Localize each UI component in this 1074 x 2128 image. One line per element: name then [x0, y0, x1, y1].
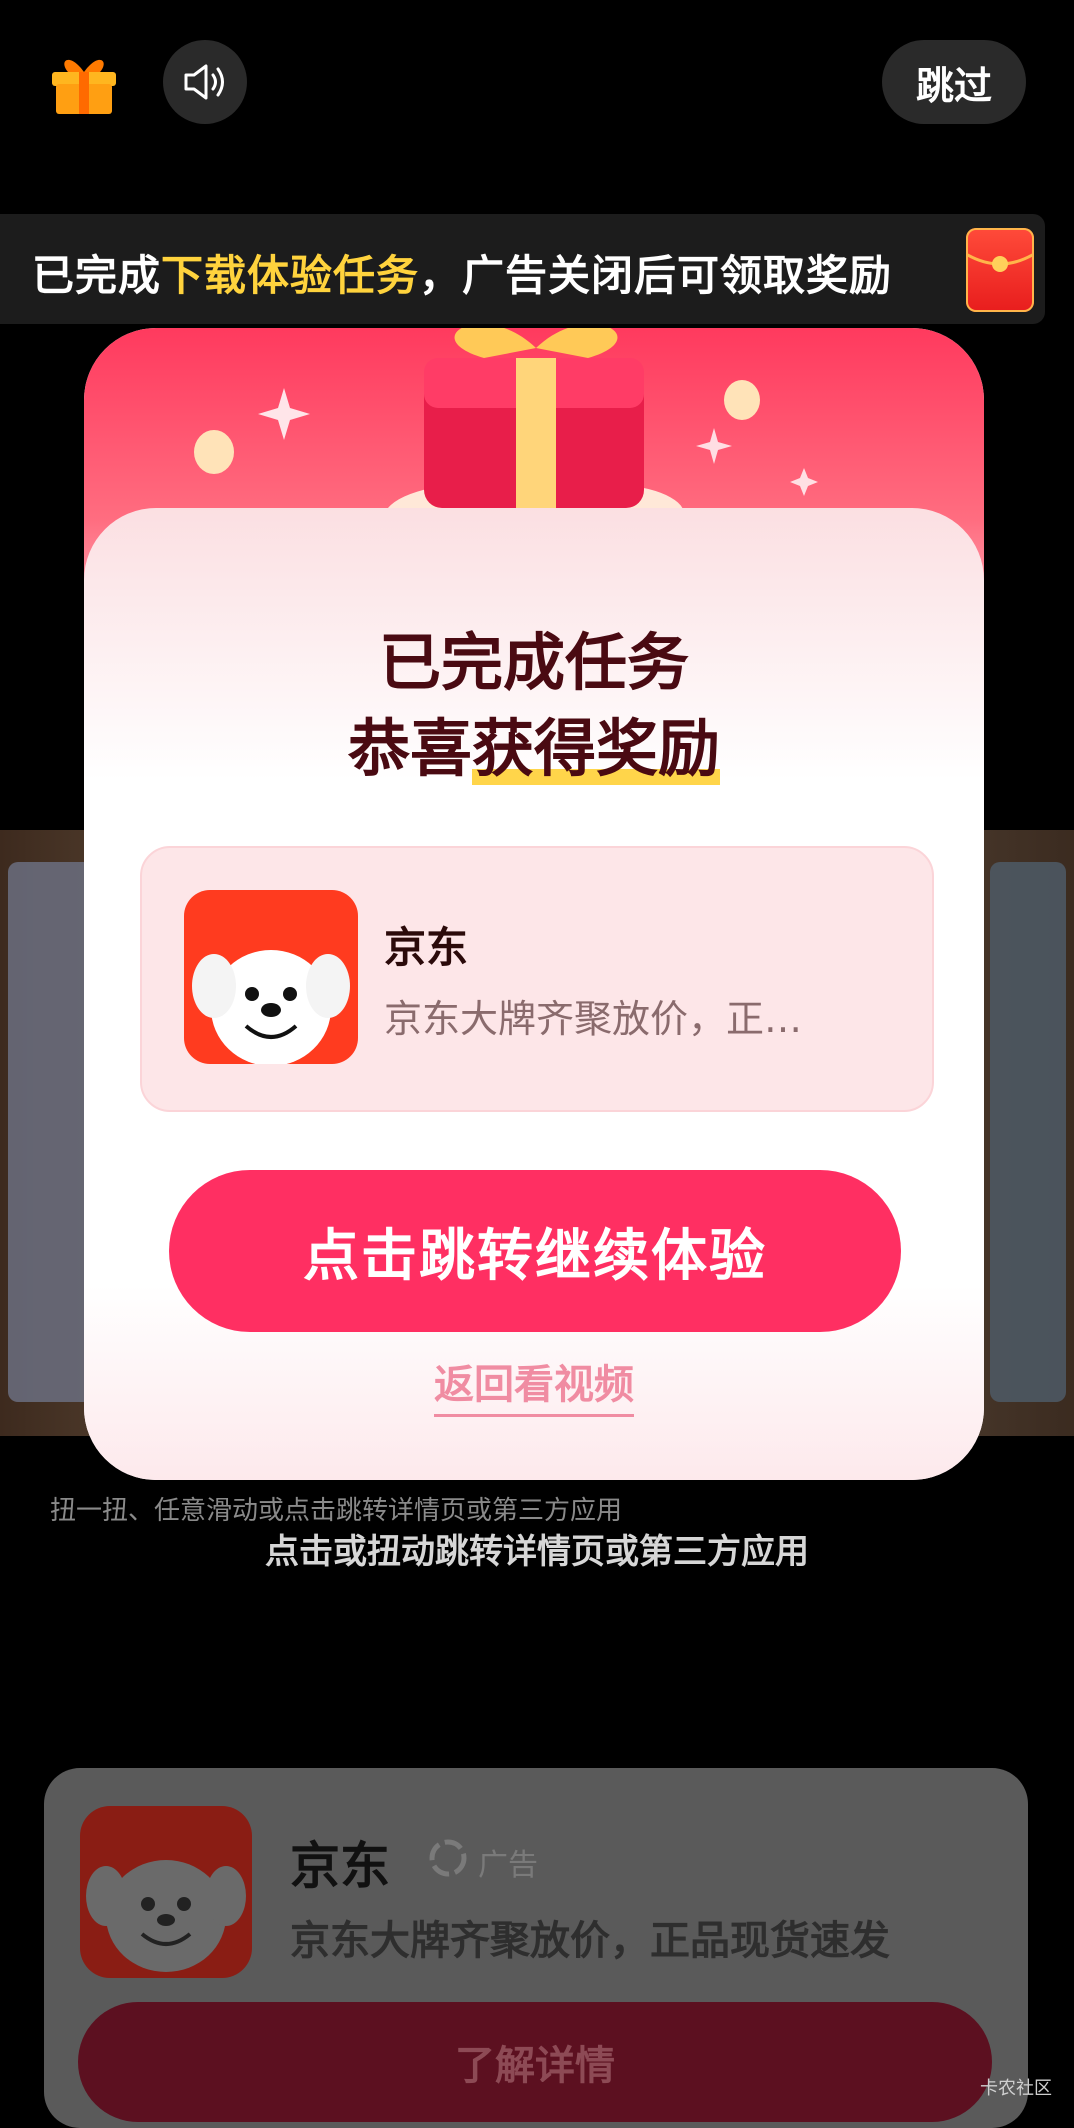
back-to-video-link[interactable]: 返回看视频: [84, 1352, 984, 1417]
background-thumbnail-right: [990, 862, 1066, 1402]
gift-icon[interactable]: [48, 46, 120, 118]
speaker-icon: [184, 64, 224, 100]
continue-experience-button[interactable]: 点击跳转继续体验: [169, 1170, 901, 1332]
modal-title-line2: 恭喜获得奖励: [347, 712, 721, 785]
gift-box-icon: [194, 328, 818, 528]
jd-logo: [80, 1806, 252, 1978]
learn-more-button[interactable]: 了解详情: [78, 2002, 992, 2122]
ad-label: 广告: [478, 1848, 538, 1883]
task-banner-text: 已完成下载体验任务，广告关闭后可领取奖励: [32, 251, 893, 300]
background-hint-text: 点击或扭动跳转详情页或第三方应用: [265, 1532, 809, 1572]
watermark: 卡农社区: [980, 2078, 1052, 2099]
app-description: 京东大牌齐聚放价，正…: [384, 997, 803, 1041]
sound-toggle-button[interactable]: [163, 40, 247, 124]
app-name: 京东: [384, 923, 469, 972]
ad-icon: [428, 1838, 468, 1878]
jd-logo: [184, 890, 358, 1064]
reward-modal: 已完成任务 恭喜获得奖励 京东 京东大牌齐聚放价，正… 点击跳转继续体验 返回看…: [84, 328, 984, 1480]
modal-title-line1: 已完成任务: [378, 626, 689, 699]
bottom-app-description: 京东大牌齐聚放价，正品现货速发: [290, 1918, 890, 1964]
background-hint-subtext: 扭一扭、任意滑动或点击跳转详情页或第三方应用: [50, 1496, 623, 1526]
red-packet-icon[interactable]: [965, 228, 1035, 312]
skip-button[interactable]: 跳过: [882, 40, 1026, 124]
bottom-app-title: 京东: [290, 1837, 390, 1895]
